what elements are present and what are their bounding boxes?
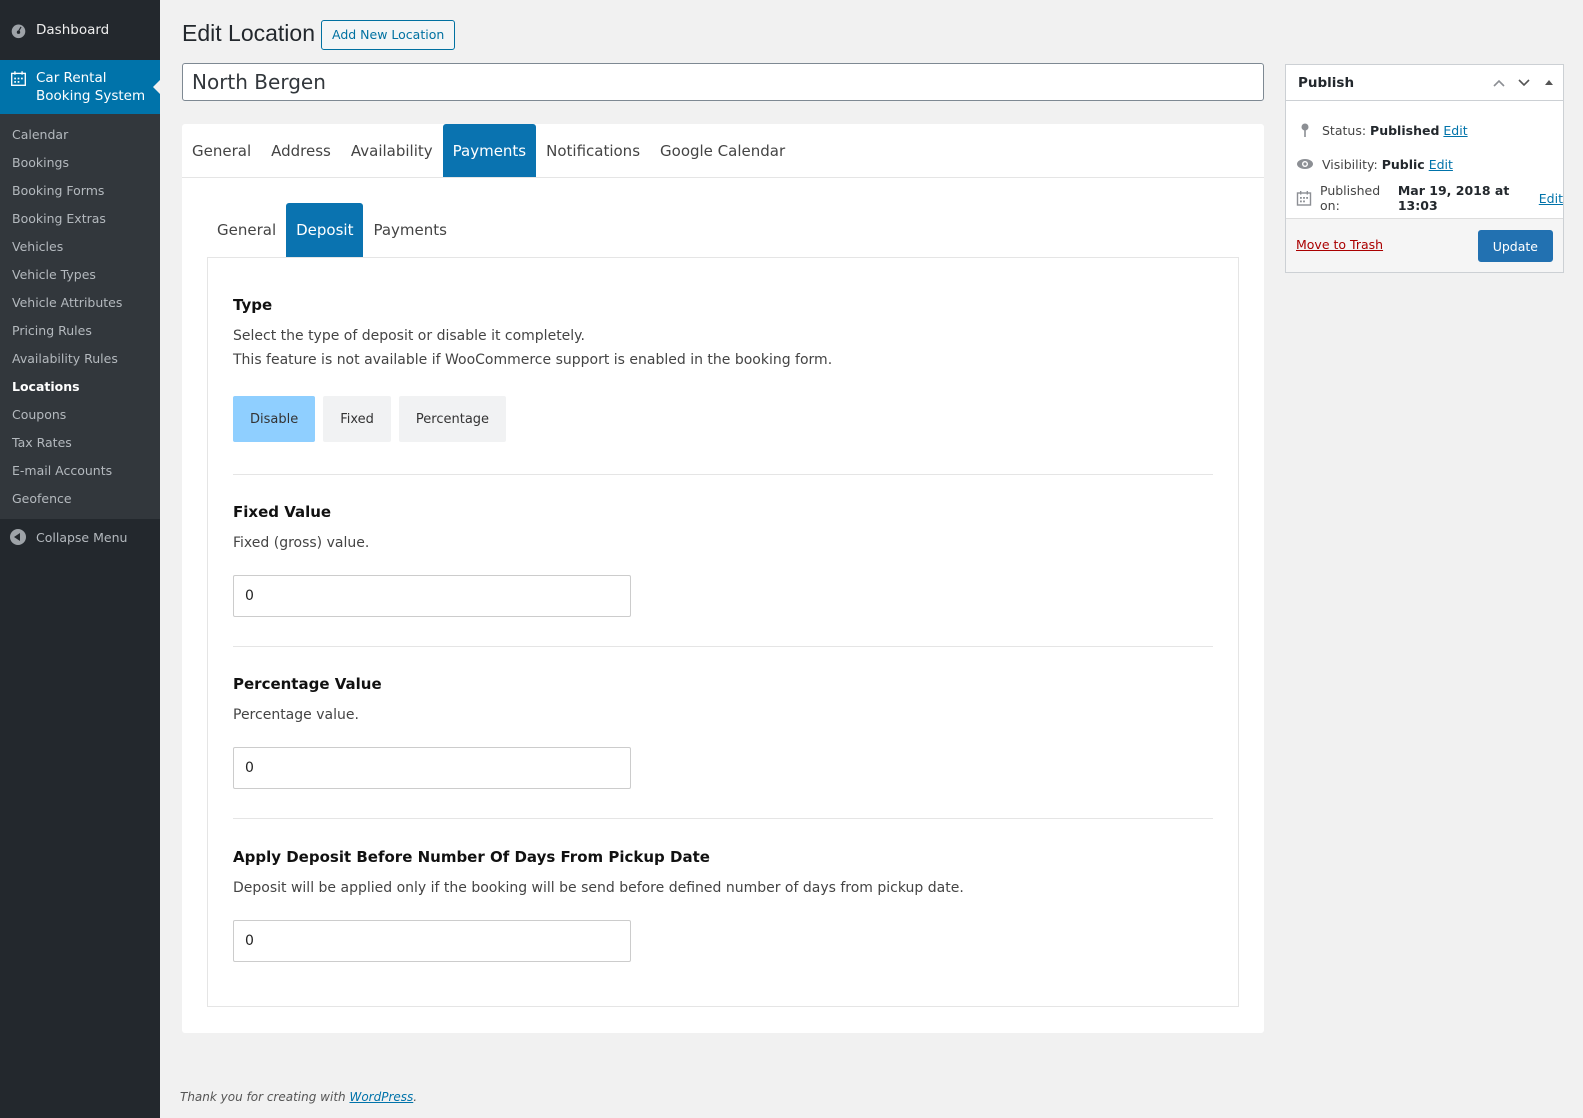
plugin-menu-line1: Car Rental bbox=[36, 70, 107, 86]
sidebar-item-geofence[interactable]: Geofence bbox=[0, 485, 160, 513]
published-row: Published on: Mar 19, 2018 at 13:03 Edit bbox=[1286, 181, 1563, 215]
sidebar-item-dashboard[interactable]: Dashboard bbox=[0, 0, 160, 60]
sidebar-submenu: Calendar Bookings Booking Forms Booking … bbox=[0, 114, 160, 519]
add-new-location-button[interactable]: Add New Location bbox=[321, 20, 456, 50]
wordpress-link[interactable]: WordPress bbox=[349, 1090, 413, 1104]
visibility-row: Visibility: Public Edit bbox=[1286, 147, 1563, 181]
deposit-fixed-button[interactable]: Fixed bbox=[323, 396, 391, 442]
section-description: Percentage value. bbox=[233, 707, 359, 723]
admin-sidebar: Dashboard Car Rental Booking System Cale… bbox=[0, 0, 161, 1118]
page-title: Edit Location bbox=[182, 20, 315, 46]
calendar-icon bbox=[11, 71, 26, 86]
collapse-menu-button[interactable]: Collapse Menu bbox=[0, 519, 160, 555]
publish-title: Publish bbox=[1298, 74, 1355, 91]
sidebar-item-coupons[interactable]: Coupons bbox=[0, 401, 160, 429]
sidebar-item-email-accounts[interactable]: E-mail Accounts bbox=[0, 457, 160, 485]
move-up-icon[interactable] bbox=[1491, 75, 1507, 91]
sidebar-item-locations[interactable]: Locations bbox=[0, 373, 160, 401]
eye-icon bbox=[1296, 155, 1314, 173]
section-description: Select the type of deposit or disable it… bbox=[233, 328, 585, 344]
subtab-payments[interactable]: Payments bbox=[363, 203, 456, 257]
section-description: This feature is not available if WooComm… bbox=[233, 352, 833, 368]
section-description: Fixed (gross) value. bbox=[233, 535, 370, 551]
tab-notifications[interactable]: Notifications bbox=[536, 124, 650, 177]
sidebar-item-bookings[interactable]: Bookings bbox=[0, 149, 160, 177]
location-title-input[interactable] bbox=[182, 63, 1264, 101]
divider bbox=[233, 646, 1213, 647]
visibility-label: Visibility: bbox=[1322, 156, 1378, 172]
edit-status-link[interactable]: Edit bbox=[1443, 123, 1467, 138]
edit-visibility-link[interactable]: Edit bbox=[1429, 157, 1453, 172]
sidebar-item-vehicle-types[interactable]: Vehicle Types bbox=[0, 261, 160, 289]
fixed-value-input[interactable] bbox=[233, 575, 631, 617]
move-to-trash-link[interactable]: Move to Trash bbox=[1296, 237, 1383, 252]
main-tabs: General Address Availability Payments No… bbox=[182, 124, 1264, 178]
sidebar-item-vehicles[interactable]: Vehicles bbox=[0, 233, 160, 261]
deposit-days-input[interactable] bbox=[233, 920, 631, 962]
deposit-disable-button[interactable]: Disable bbox=[233, 396, 316, 442]
tab-payments[interactable]: Payments bbox=[442, 124, 537, 177]
tab-google-calendar[interactable]: Google Calendar bbox=[650, 124, 795, 177]
tab-general[interactable]: General bbox=[182, 124, 261, 177]
sidebar-item-booking-forms[interactable]: Booking Forms bbox=[0, 177, 160, 205]
sidebar-item-availability-rules[interactable]: Availability Rules bbox=[0, 345, 160, 373]
publish-actions: Move to Trash Update bbox=[1286, 218, 1563, 272]
percentage-value-section: Percentage Value Percentage value. bbox=[233, 675, 1213, 789]
footer-text: Thank you for creating with bbox=[180, 1090, 350, 1104]
section-title: Percentage Value bbox=[233, 675, 382, 693]
collapse-label: Collapse Menu bbox=[36, 529, 128, 545]
sidebar-item-car-rental[interactable]: Car Rental Booking System bbox=[0, 60, 161, 114]
dashboard-icon bbox=[11, 24, 26, 38]
footer-suffix: . bbox=[413, 1090, 418, 1104]
status-label: Status: bbox=[1322, 122, 1367, 138]
admin-footer: Thank you for creating with WordPress. bbox=[180, 1090, 417, 1104]
subtab-general[interactable]: General bbox=[207, 203, 286, 257]
status-value: Published bbox=[1370, 122, 1440, 138]
deposit-settings-box: Type Select the type of deposit or disab… bbox=[207, 257, 1239, 1007]
fixed-value-section: Fixed Value Fixed (gross) value. bbox=[233, 503, 1213, 617]
divider bbox=[233, 818, 1213, 819]
toggle-panel-icon[interactable] bbox=[1541, 75, 1557, 91]
sidebar-item-booking-extras[interactable]: Booking Extras bbox=[0, 205, 160, 233]
deposit-type-section: Type Select the type of deposit or disab… bbox=[233, 296, 1213, 442]
section-title: Fixed Value bbox=[233, 503, 332, 521]
published-value: Mar 19, 2018 at 13:03 bbox=[1397, 183, 1510, 213]
visibility-value: Public bbox=[1381, 156, 1425, 172]
publish-metabox: Publish Status: Published Edit Visibilit… bbox=[1285, 64, 1564, 273]
tab-availability[interactable]: Availability bbox=[341, 124, 443, 177]
edit-date-link[interactable]: Edit bbox=[1539, 191, 1563, 206]
update-button[interactable]: Update bbox=[1477, 230, 1553, 262]
move-down-icon[interactable] bbox=[1516, 75, 1532, 91]
pin-icon bbox=[1296, 121, 1314, 139]
deposit-days-section: Apply Deposit Before Number Of Days From… bbox=[233, 848, 1213, 962]
sidebar-item-pricing-rules[interactable]: Pricing Rules bbox=[0, 317, 160, 345]
sidebar-item-tax-rates[interactable]: Tax Rates bbox=[0, 429, 160, 457]
plugin-menu-line2: Booking System bbox=[36, 88, 146, 104]
status-row: Status: Published Edit bbox=[1286, 113, 1563, 147]
calendar-icon bbox=[1296, 189, 1312, 207]
sidebar-item-label: Dashboard bbox=[36, 22, 110, 38]
deposit-type-toggle: Disable Fixed Percentage bbox=[233, 396, 1213, 442]
sidebar-item-calendar[interactable]: Calendar bbox=[0, 121, 160, 149]
section-title: Apply Deposit Before Number Of Days From… bbox=[233, 848, 710, 866]
section-description: Deposit will be applied only if the book… bbox=[233, 880, 964, 896]
payment-subtabs: General Deposit Payments bbox=[207, 203, 457, 257]
section-title: Type bbox=[233, 296, 273, 314]
deposit-percentage-button[interactable]: Percentage bbox=[398, 396, 507, 442]
sidebar-item-vehicle-attributes[interactable]: Vehicle Attributes bbox=[0, 289, 160, 317]
publish-header: Publish bbox=[1286, 65, 1563, 101]
percentage-value-input[interactable] bbox=[233, 747, 631, 789]
subtab-deposit[interactable]: Deposit bbox=[286, 203, 364, 257]
divider bbox=[233, 474, 1213, 475]
tab-address[interactable]: Address bbox=[261, 124, 341, 177]
published-label: Published on: bbox=[1320, 183, 1381, 213]
collapse-icon bbox=[10, 529, 26, 545]
location-settings-panel: General Address Availability Payments No… bbox=[182, 124, 1264, 1033]
